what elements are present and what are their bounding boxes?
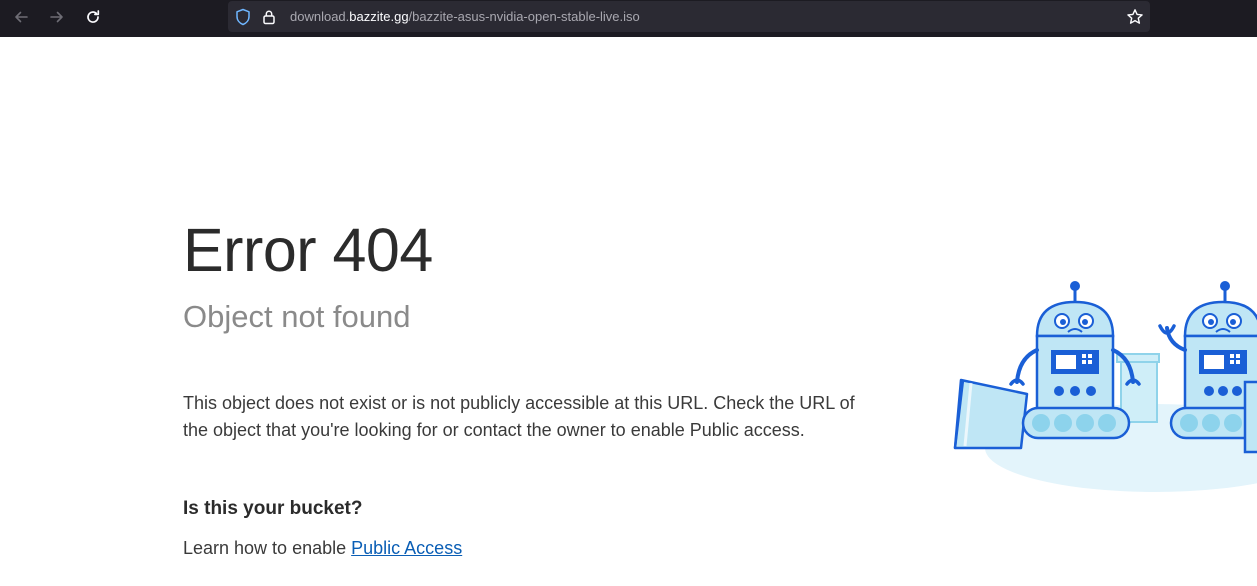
back-button[interactable] xyxy=(6,4,36,30)
tipped-bucket-icon xyxy=(953,378,1029,450)
error-subtitle: Object not found xyxy=(183,299,411,334)
error-title: Error 404 xyxy=(183,216,433,284)
reload-icon xyxy=(87,10,100,23)
learn-line: Learn how to enable Public Access xyxy=(183,536,462,560)
url-path: /bazzite-asus-nvidia-open-stable-live.is… xyxy=(408,9,640,24)
reload-button[interactable] xyxy=(78,4,108,30)
learn-prefix: Learn how to enable xyxy=(183,538,352,558)
url-host: bazzite.gg xyxy=(349,9,409,24)
browser-toolbar: download.bazzite.gg/bazzite-asus-nvidia-… xyxy=(0,0,1257,37)
robots-illustration xyxy=(953,281,1257,492)
url-prefix: download. xyxy=(290,9,350,24)
lock-icon[interactable] xyxy=(262,1,276,32)
robot-right-icon xyxy=(1158,281,1257,454)
forward-button[interactable] xyxy=(42,4,72,30)
public-access-link[interactable]: Public Access xyxy=(351,538,462,558)
error-description: This object does not exist or is not pub… xyxy=(183,393,855,440)
bucket-heading: Is this your bucket? xyxy=(183,498,363,519)
url-text[interactable]: download.bazzite.gg/bazzite-asus-nvidia-… xyxy=(290,1,640,32)
tracking-protection-shield-icon[interactable] xyxy=(235,1,251,32)
address-bar[interactable]: download.bazzite.gg/bazzite-asus-nvidia-… xyxy=(228,1,1150,32)
arrow-left-icon xyxy=(15,11,28,23)
star-icon[interactable] xyxy=(1126,1,1144,32)
arrow-right-icon xyxy=(50,11,63,23)
